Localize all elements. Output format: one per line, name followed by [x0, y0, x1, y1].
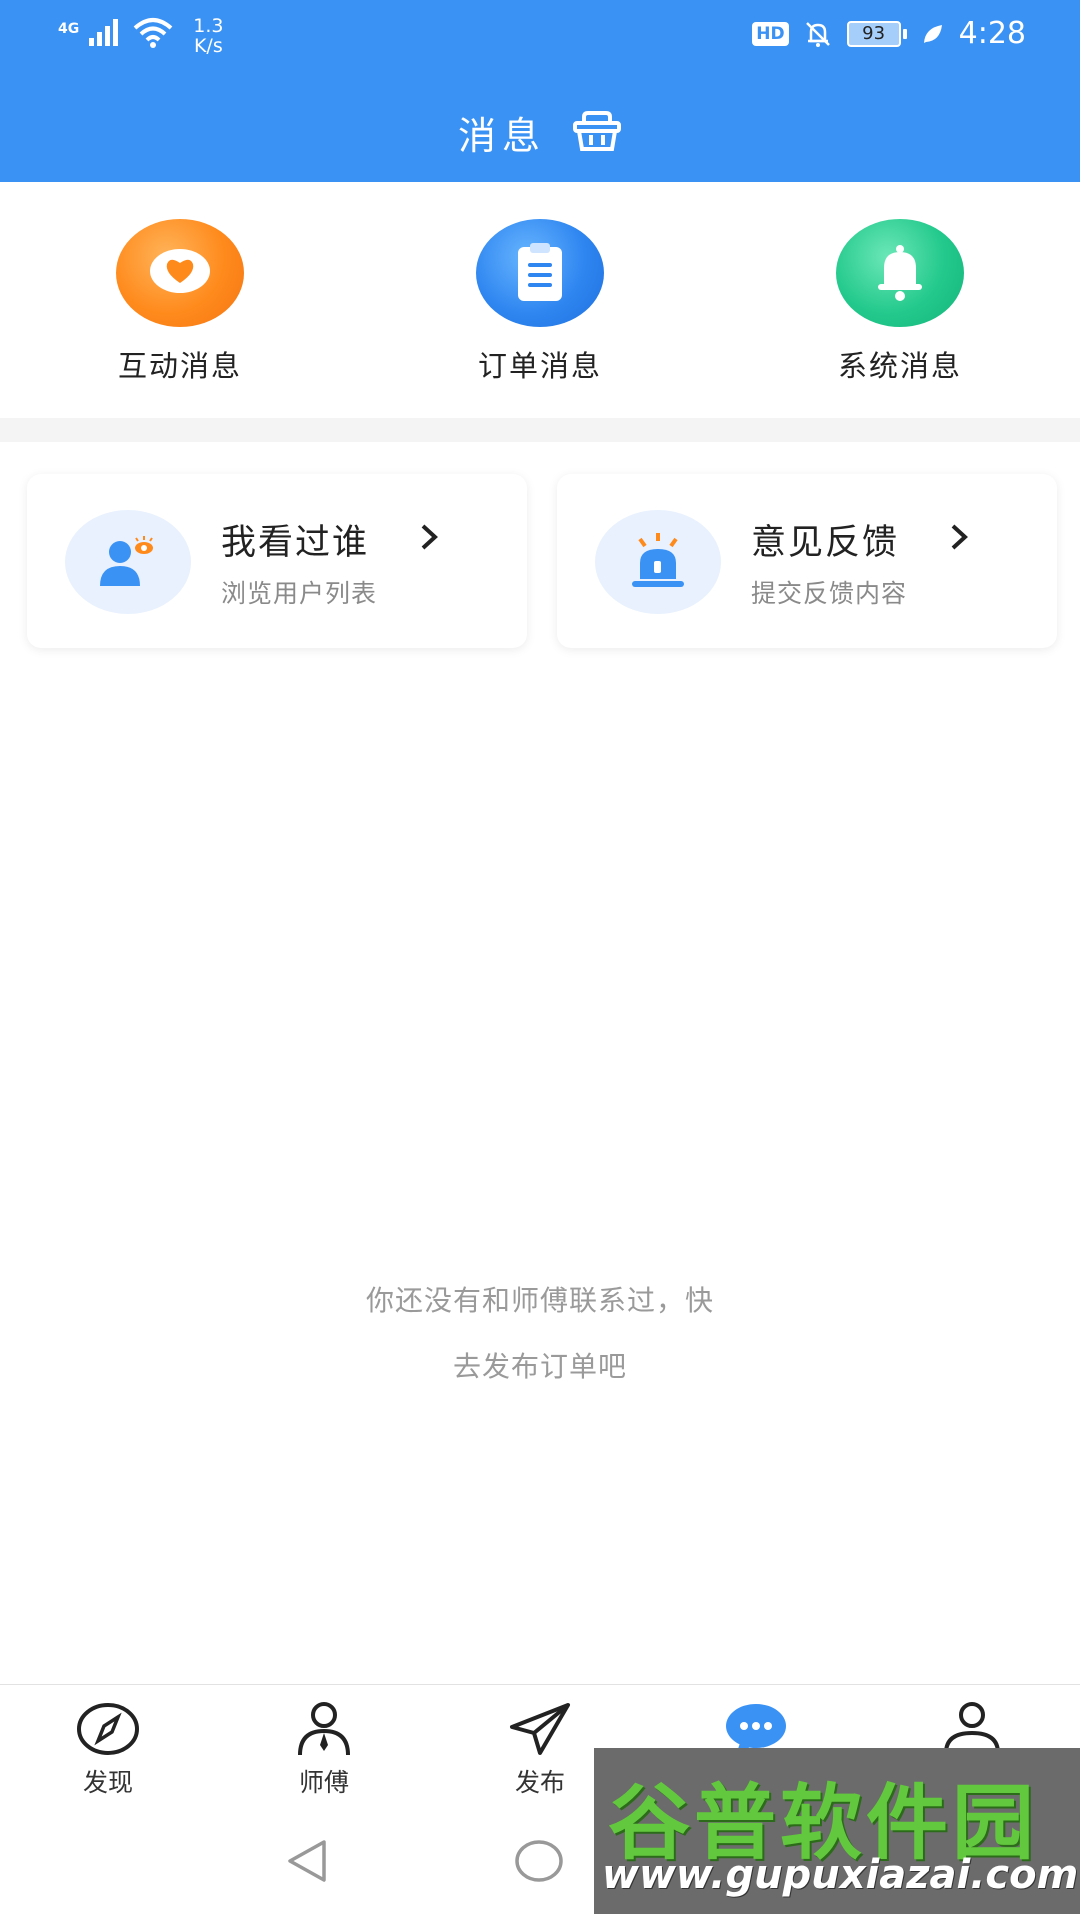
quick-entry-system[interactable]: 系统消息 — [720, 182, 1080, 418]
watermark: 谷普软件园 www.gupuxiazai.com — [594, 1748, 1080, 1914]
quick-entry-label: 系统消息 — [837, 349, 962, 383]
chevron-right-icon — [421, 524, 438, 550]
worker-icon — [291, 1699, 357, 1759]
watermark-url: www.gupuxiazai.com — [602, 1852, 1079, 1898]
page-title: 消息 — [457, 113, 546, 158]
battery: 93 — [846, 21, 907, 47]
clock: 4:28 — [958, 16, 1026, 51]
section-divider — [0, 418, 1080, 442]
nav-label: 师傅 — [298, 1768, 349, 1797]
wifi-icon — [133, 18, 173, 48]
nav-item-master[interactable]: 师傅 — [216, 1685, 432, 1802]
leaf-icon — [923, 25, 942, 43]
bell-icon — [836, 219, 964, 327]
home-icon[interactable] — [514, 1838, 564, 1884]
network-type: 4G — [58, 21, 80, 37]
status-bar: 4G 1.3 K/s HD 93 4:28 — [0, 0, 1080, 80]
nav-label: 发布 — [514, 1768, 565, 1797]
chevron-right-icon — [951, 524, 968, 550]
signal-icon — [89, 19, 119, 46]
app-header: 4G 1.3 K/s HD 93 4:28 消息 — [0, 0, 1080, 182]
title-row: 消息 — [0, 100, 1080, 164]
empty-state-line: 去发布订单吧 — [452, 1350, 627, 1383]
speed-unit: K/s — [193, 35, 223, 57]
quick-entry-order[interactable]: 订单消息 — [360, 182, 720, 418]
quick-entry-label: 互动消息 — [117, 349, 242, 383]
nav-item-discover[interactable]: 发现 — [0, 1685, 216, 1802]
quick-entry-interaction[interactable]: 互动消息 — [0, 182, 360, 418]
card-title: 意见反馈 — [751, 523, 900, 563]
network-speed: 1.3 K/s — [193, 16, 223, 56]
status-right: HD 93 4:28 — [752, 18, 1026, 50]
hd-badge: HD — [752, 22, 789, 46]
user-eye-icon — [65, 510, 191, 614]
empty-state-line: 你还没有和师傅联系过，快 — [365, 1284, 714, 1317]
card-title: 我看过谁 — [221, 523, 370, 563]
compass-icon — [75, 1699, 141, 1759]
status-left: 4G 1.3 K/s — [58, 16, 223, 56]
card-subtitle: 提交反馈内容 — [751, 579, 908, 608]
nav-label: 发现 — [82, 1768, 133, 1797]
empty-state-message: 你还没有和师傅联系过，快 去发布订单吧 — [300, 1268, 780, 1400]
back-icon[interactable] — [284, 1838, 330, 1884]
battery-tip — [902, 29, 907, 39]
card-subtitle: 浏览用户列表 — [221, 579, 378, 608]
alarm-light-icon — [595, 510, 721, 614]
bell-mute-icon — [805, 22, 830, 47]
quick-entry-label: 订单消息 — [477, 349, 602, 383]
clipboard-icon — [476, 219, 604, 327]
paper-plane-icon — [507, 1699, 573, 1759]
battery-level: 93 — [846, 21, 901, 47]
quick-entries: 互动消息 订单消息 系统消息 — [0, 182, 1080, 418]
heart-chat-icon — [116, 219, 244, 327]
basket-icon[interactable] — [572, 111, 622, 153]
speed-value: 1.3 — [193, 15, 224, 37]
card-viewed-users[interactable]: 我看过谁 浏览用户列表 — [27, 474, 527, 648]
card-feedback[interactable]: 意见反馈 提交反馈内容 — [557, 474, 1057, 648]
